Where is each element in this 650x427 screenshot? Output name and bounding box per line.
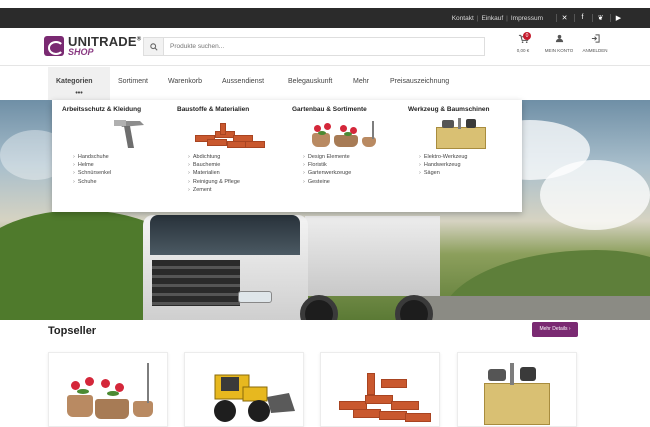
nav-item-cart[interactable]: Warenkorb: [160, 67, 210, 100]
menu-item-sealing[interactable]: › Abdichtung: [188, 153, 287, 161]
header: UNITRADE® SHOP 0 0,00 € MEIN KONTO AN: [0, 28, 650, 66]
topseller-title: Topseller: [48, 325, 97, 337]
menu-item-saws[interactable]: › Sägen: [419, 169, 518, 177]
menu-item-hand-tools[interactable]: › Handwerkzeug: [419, 161, 518, 169]
contact-link[interactable]: Kontakt: [449, 15, 477, 22]
truck-grill: [152, 260, 240, 306]
nav-item-document-info[interactable]: Belegauskunft: [280, 67, 340, 100]
menu-item-power-tools[interactable]: › Elektro-Werkzeug: [419, 153, 518, 161]
more-details-button[interactable]: Mehr Details ›: [532, 322, 578, 337]
nav-item-price-labeling[interactable]: Preisauszeichnung: [382, 67, 457, 100]
product-card-toolbox[interactable]: [457, 352, 577, 427]
login-button[interactable]: ANMELDEN: [582, 34, 608, 53]
product-card-bricks[interactable]: [320, 352, 440, 427]
bricks-image: [185, 117, 273, 149]
youtube-icon[interactable]: ▶: [610, 14, 622, 22]
purchase-link[interactable]: Einkauf: [478, 15, 506, 22]
menu-column-work-safety: Arbeitsschutz & Kleidung › Handschuhe › He…: [62, 106, 172, 186]
account-label: MEIN KONTO: [544, 48, 574, 53]
nav-item-field-service[interactable]: Aussendienst: [214, 67, 272, 100]
menu-item-shoes[interactable]: › Schuhe: [73, 178, 172, 186]
login-label: ANMELDEN: [582, 48, 608, 53]
cart-total: 0,00 €: [516, 48, 530, 53]
login-icon: [582, 34, 608, 48]
menu-column-gardening: Gartenbau & Sortimente › Design Elemente …: [292, 106, 402, 186]
imprint-link[interactable]: Impressum: [508, 15, 546, 22]
twitter-icon[interactable]: ❦: [592, 14, 604, 22]
menu-column-title[interactable]: Baustoffe & Materialien: [177, 106, 287, 113]
wheel-loader-image: [214, 374, 295, 422]
toolbox-image: [416, 117, 504, 149]
social-links: ✕ f ❦ ▶: [556, 14, 622, 22]
menu-item-laces[interactable]: › Schnürsenkel: [73, 169, 172, 177]
truck-trailer: [305, 216, 440, 296]
logo-sub: SHOP: [68, 47, 94, 57]
registered-mark: ®: [136, 36, 142, 43]
user-icon: [546, 34, 572, 48]
logo-mark-icon: [44, 36, 64, 56]
menu-column-tools-machines: Werkzeug & Baumschinen › Elektro-Werkzeug…: [408, 106, 518, 178]
logo[interactable]: UNITRADE® SHOP: [44, 35, 141, 57]
menu-item-stones[interactable]: › Gesteine: [303, 178, 402, 186]
search-bar: [143, 37, 485, 56]
nav-item-more[interactable]: Mehr: [345, 67, 377, 100]
xing-icon[interactable]: ✕: [556, 14, 568, 22]
nav-label: Kategorien: [56, 78, 93, 85]
menu-item-floristry[interactable]: › Floristik: [303, 161, 402, 169]
menu-column-title[interactable]: Werkzeug & Baumschinen: [408, 106, 518, 113]
menu-item-gloves[interactable]: › Handschuhe: [73, 153, 172, 161]
facebook-icon[interactable]: f: [574, 14, 586, 22]
menu-item-garden-tools[interactable]: › Gartenwerkzeuge: [303, 169, 402, 177]
nav-dots: •••: [75, 90, 83, 97]
cart-button[interactable]: 0 0,00 €: [510, 32, 536, 53]
product-card-loader[interactable]: [184, 352, 304, 427]
search-input[interactable]: [164, 39, 484, 54]
nav-item-categories[interactable]: Kategorien •••: [48, 67, 110, 100]
nav-item-assortment[interactable]: Sortiment: [110, 67, 156, 100]
garden-image: [300, 117, 388, 149]
main-nav: Kategorien ••• Sortiment Warenkorb Ausse…: [0, 67, 650, 100]
top-bar: Kontakt | Einkauf | Impressum ✕ f ❦ ▶: [0, 8, 650, 28]
search-icon[interactable]: [144, 38, 164, 55]
account-button[interactable]: MEIN KONTO: [545, 34, 573, 53]
menu-column-building-materials: Baustoffe & Materialien › Abdichtung › Bau…: [177, 106, 287, 194]
menu-item-construction-chemicals[interactable]: › Bauchemie: [188, 161, 287, 169]
menu-item-helmets[interactable]: › Helme: [73, 161, 172, 169]
menu-column-title[interactable]: Gartenbau & Sortimente: [292, 106, 402, 113]
menu-column-title[interactable]: Arbeitsschutz & Kleidung: [62, 106, 172, 113]
header-actions: 0 0,00 € MEIN KONTO ANMELDEN: [500, 32, 608, 53]
menu-item-materials[interactable]: › Materialien: [188, 169, 287, 177]
menu-item-cleaning-care[interactable]: › Reinigung & Pflege: [188, 178, 287, 186]
mega-menu: Arbeitsschutz & Kleidung › Handschuhe › He…: [52, 100, 522, 212]
menu-item-cement[interactable]: › Zement: [188, 186, 287, 194]
cart-badge: 0: [523, 32, 531, 40]
product-card-garden[interactable]: [48, 352, 168, 427]
menu-item-design-elements[interactable]: › Design Elemente: [303, 153, 402, 161]
work-safety-image: [70, 117, 158, 149]
